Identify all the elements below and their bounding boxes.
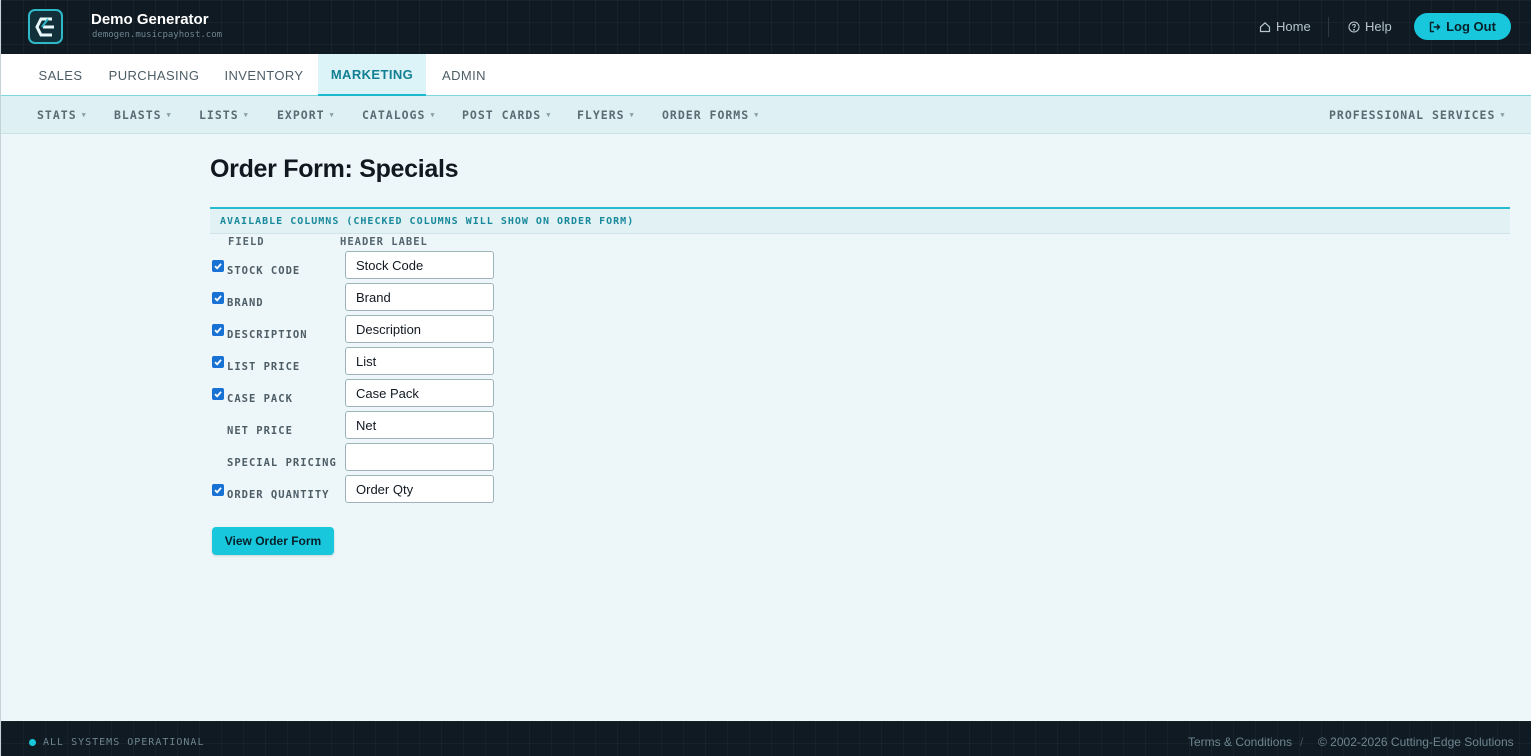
chevron-down-icon: ▼	[243, 111, 248, 119]
help-link[interactable]: Help	[1348, 19, 1392, 34]
copyright: © 2002-2026 Cutting-Edge Solutions	[1318, 735, 1514, 749]
footer: ALL SYSTEMS OPERATIONAL Terms & Conditio…	[1, 721, 1531, 756]
tab-admin[interactable]: ADMIN	[431, 54, 497, 96]
chevron-down-icon: ▼	[629, 111, 634, 119]
subnav-export[interactable]: EXPORT ▼	[277, 96, 334, 134]
chevron-down-icon: ▼	[754, 111, 759, 119]
column-header-field: FIELD	[228, 236, 265, 248]
subnav-post-cards-label: POST CARDS	[462, 108, 542, 122]
section-header: AVAILABLE COLUMNS (CHECKED COLUMNS WILL …	[210, 207, 1510, 234]
view-order-form-button[interactable]: View Order Form	[212, 527, 334, 555]
home-link[interactable]: Home	[1259, 19, 1311, 34]
top-header: Demo Generator demogen.musicpayhost.com …	[1, 0, 1531, 54]
checkmark-icon	[214, 263, 222, 270]
subnav-order-forms-label: ORDER FORMS	[662, 108, 750, 122]
column-row-brand: BRAND	[210, 283, 510, 313]
subnav-lists-label: LISTS	[199, 108, 239, 122]
column-row-case-pack: CASE PACK	[210, 379, 510, 409]
subnav-export-label: EXPORT	[277, 108, 325, 122]
home-label: Home	[1276, 19, 1311, 34]
chevron-down-icon: ▼	[1500, 111, 1505, 119]
tab-inventory[interactable]: INVENTORY	[214, 54, 314, 96]
checkmark-icon	[214, 327, 222, 334]
help-label: Help	[1365, 19, 1392, 34]
field-name: CASE PACK	[227, 393, 293, 405]
status-indicator-icon	[29, 739, 36, 746]
subnav-professional-services-label: PROFESSIONAL SERVICES	[1329, 108, 1496, 122]
subnav-lists[interactable]: LISTS ▼	[199, 96, 248, 134]
include-checkbox[interactable]	[212, 260, 224, 272]
tab-sales[interactable]: SALES	[27, 54, 94, 96]
header-label-input[interactable]	[345, 411, 494, 439]
column-row-stock-code: STOCK CODE	[210, 251, 510, 281]
home-icon	[1259, 21, 1271, 32]
app-title: Demo Generator	[91, 11, 209, 28]
include-checkbox[interactable]	[212, 324, 224, 336]
app-logo-icon[interactable]	[28, 9, 63, 44]
header-label-input[interactable]	[345, 443, 494, 471]
header-divider	[1328, 17, 1329, 37]
logout-icon	[1429, 21, 1441, 32]
field-name: NET PRICE	[227, 425, 293, 437]
subnav-catalogs-label: CATALOGS	[362, 108, 426, 122]
footer-separator: /	[1300, 735, 1304, 749]
column-row-special-pricing: SPECIAL PRICING	[210, 443, 510, 473]
checkmark-icon	[214, 487, 222, 494]
subnav-stats[interactable]: STATS ▼	[37, 96, 86, 134]
system-status: ALL SYSTEMS OPERATIONAL	[43, 737, 205, 748]
subnav-order-forms[interactable]: ORDER FORMS ▼	[662, 96, 758, 134]
subnav-flyers[interactable]: FLYERS ▼	[577, 96, 634, 134]
help-icon	[1348, 20, 1360, 33]
subnav-catalogs[interactable]: CATALOGS ▼	[362, 96, 435, 134]
subnav-post-cards[interactable]: POST CARDS ▼	[462, 96, 550, 134]
header-label-input[interactable]	[345, 283, 494, 311]
main-nav: SALES PURCHASING INVENTORY MARKETING ADM…	[1, 54, 1531, 96]
field-name: DESCRIPTION	[227, 329, 308, 341]
sub-nav: STATS ▼ BLASTS ▼ LISTS ▼ EXPORT ▼ CATALO…	[1, 96, 1531, 134]
chevron-down-icon: ▼	[81, 111, 86, 119]
terms-link[interactable]: Terms & Conditions	[1188, 735, 1292, 749]
field-name: SPECIAL PRICING	[227, 457, 337, 469]
tab-purchasing[interactable]: PURCHASING	[100, 54, 208, 96]
subnav-stats-label: STATS	[37, 108, 77, 122]
header-label-input[interactable]	[345, 251, 494, 279]
include-checkbox[interactable]	[212, 388, 224, 400]
subnav-professional-services[interactable]: PROFESSIONAL SERVICES ▼	[1329, 96, 1505, 134]
include-checkbox[interactable]	[212, 356, 224, 368]
chevron-down-icon: ▼	[166, 111, 171, 119]
logout-button[interactable]: Log Out	[1414, 13, 1511, 40]
field-name: STOCK CODE	[227, 265, 301, 277]
page-title: Order Form: Specials	[210, 155, 459, 183]
column-header-label: HEADER LABEL	[340, 236, 428, 248]
header-label-input[interactable]	[345, 347, 494, 375]
include-checkbox[interactable]	[212, 484, 224, 496]
subnav-flyers-label: FLYERS	[577, 108, 625, 122]
header-label-input[interactable]	[345, 475, 494, 503]
checkmark-icon	[214, 295, 222, 302]
subnav-blasts-label: BLASTS	[114, 108, 162, 122]
app-subtitle: demogen.musicpayhost.com	[92, 30, 223, 40]
field-name: BRAND	[227, 297, 264, 309]
checkmark-icon	[214, 359, 222, 366]
field-name: LIST PRICE	[227, 361, 301, 373]
logout-label: Log Out	[1446, 19, 1496, 34]
column-row-order-quantity: ORDER QUANTITY	[210, 475, 510, 505]
chevron-down-icon: ▼	[546, 111, 551, 119]
chevron-down-icon: ▼	[430, 111, 435, 119]
header-label-input[interactable]	[345, 379, 494, 407]
column-row-net-price: NET PRICE	[210, 411, 510, 441]
section-title: AVAILABLE COLUMNS (CHECKED COLUMNS WILL …	[220, 215, 635, 227]
tab-marketing[interactable]: MARKETING	[318, 54, 426, 96]
checkmark-icon	[214, 391, 222, 398]
header-label-input[interactable]	[345, 315, 494, 343]
chevron-down-icon: ▼	[329, 111, 334, 119]
field-name: ORDER QUANTITY	[227, 489, 330, 501]
column-row-description: DESCRIPTION	[210, 315, 510, 345]
include-checkbox[interactable]	[212, 292, 224, 304]
subnav-blasts[interactable]: BLASTS ▼	[114, 96, 171, 134]
column-row-list-price: LIST PRICE	[210, 347, 510, 377]
